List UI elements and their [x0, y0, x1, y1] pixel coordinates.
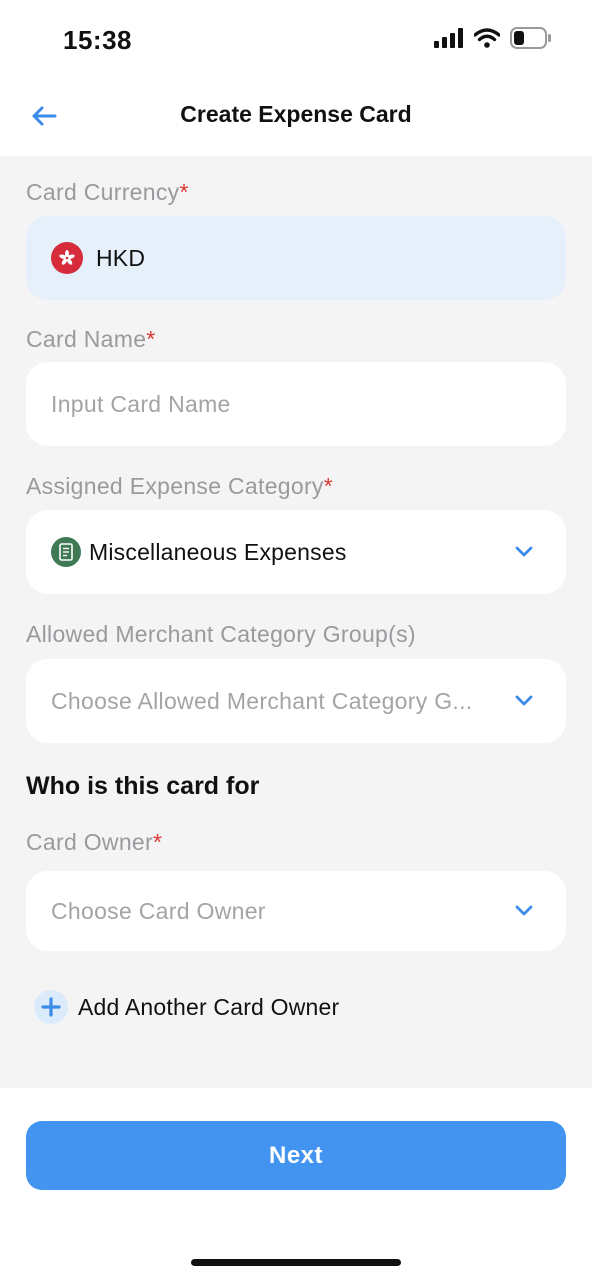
required-mark: *: [179, 179, 189, 205]
receipt-icon: [51, 537, 81, 567]
required-mark: *: [152, 829, 163, 855]
status-bar: 15:38: [0, 0, 592, 80]
chevron-down-icon: [514, 901, 534, 921]
section-title: Who is this card for: [26, 772, 260, 800]
card-owner-placeholder: Choose Card Owner: [51, 897, 266, 924]
wifi-icon: [473, 28, 501, 53]
card-owner-select[interactable]: Choose Card Owner: [26, 871, 566, 951]
required-mark: *: [323, 473, 333, 499]
hong-kong-flag-icon: [51, 242, 83, 274]
page-title: Create Expense Card: [180, 101, 412, 127]
signal-icon: [434, 28, 464, 53]
next-button[interactable]: Next: [26, 1121, 566, 1190]
chevron-down-icon: [514, 691, 534, 711]
add-card-owner-label: Add Another Card Owner: [78, 993, 340, 1020]
merchant-groups-label: Allowed Merchant Category Group(s): [26, 621, 416, 647]
home-indicator: [191, 1259, 401, 1266]
required-mark: *: [146, 326, 156, 352]
card-currency-label: Card Currency*: [26, 179, 189, 205]
status-icons: [434, 27, 552, 54]
card-name-input[interactable]: Input Card Name: [26, 362, 566, 446]
card-name-placeholder: Input Card Name: [51, 390, 231, 417]
card-currency-field[interactable]: HKD: [26, 216, 566, 300]
expense-category-select[interactable]: Miscellaneous Expenses: [26, 510, 566, 594]
add-card-owner-button[interactable]: Add Another Card Owner: [34, 990, 339, 1024]
merchant-groups-placeholder: Choose Allowed Merchant Category G...: [51, 687, 473, 714]
merchant-groups-select[interactable]: Choose Allowed Merchant Category G...: [26, 659, 566, 743]
chevron-down-icon: [514, 542, 534, 562]
nav-bar: Create Expense Card: [0, 80, 592, 156]
card-currency-value: HKD: [96, 244, 146, 271]
expense-category-value: Miscellaneous Expenses: [89, 538, 347, 565]
card-name-label: Card Name*: [26, 326, 156, 352]
plus-icon: [34, 990, 68, 1024]
expense-category-label: Assigned Expense Category*: [26, 473, 333, 499]
bottom-bar: Next: [0, 1088, 592, 1280]
card-owner-label: Card Owner*: [26, 829, 163, 855]
battery-icon: [510, 27, 552, 54]
status-time: 15:38: [63, 25, 132, 55]
